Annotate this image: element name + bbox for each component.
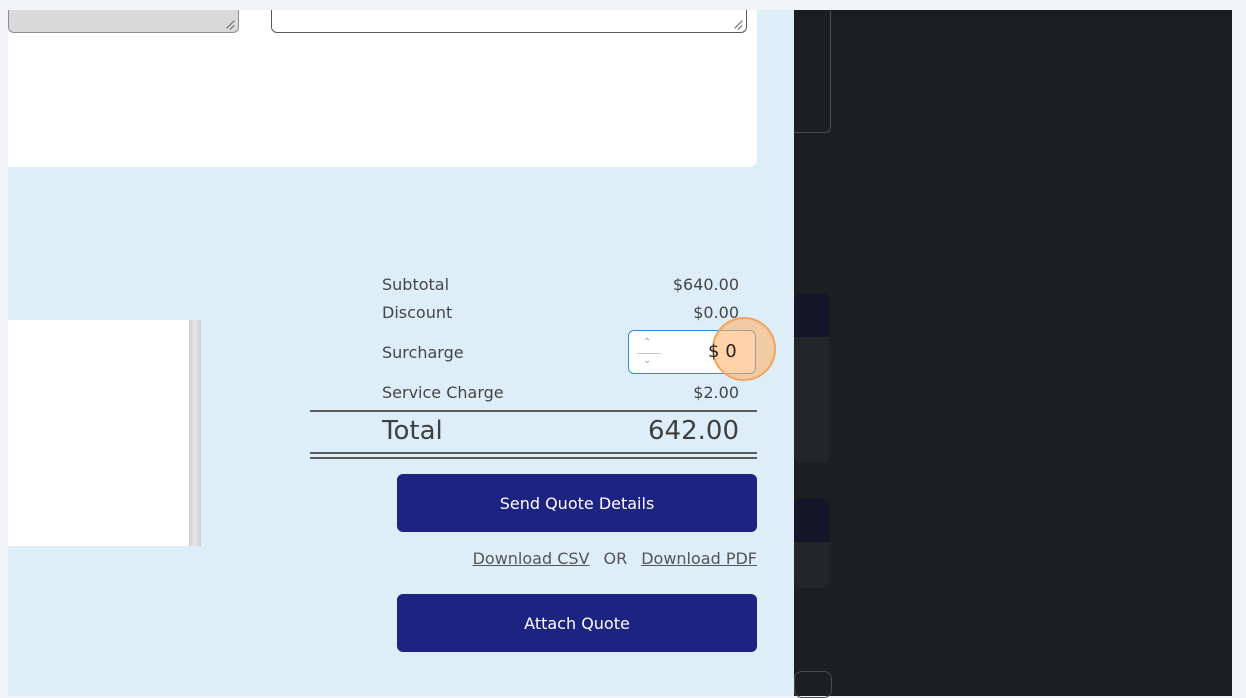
resize-grip-icon[interactable] <box>226 21 234 29</box>
discount-label: Discount <box>382 302 453 322</box>
total-bottom-rule-1 <box>310 452 757 454</box>
readonly-textarea[interactable] <box>8 10 239 33</box>
page-edge <box>1232 10 1246 696</box>
dark-textarea-edge <box>794 10 831 133</box>
dark-card-3 <box>794 671 832 698</box>
total-bottom-rule-2 <box>310 457 757 459</box>
service-charge-row: Service Charge $2.00 <box>382 378 739 406</box>
chevron-up-icon[interactable]: ⌃ <box>643 337 651 348</box>
attach-quote-button[interactable]: Attach Quote <box>397 594 757 652</box>
total-row: Total 642.00 <box>382 414 739 448</box>
subtotal-row: Subtotal $640.00 <box>382 270 739 298</box>
service-charge-value: $2.00 <box>693 382 739 402</box>
or-separator: OR <box>603 548 628 568</box>
chevron-down-icon[interactable]: ⌄ <box>643 355 651 366</box>
download-csv-link[interactable]: Download CSV <box>473 549 590 568</box>
dark-side-panel <box>794 10 1246 696</box>
notes-box[interactable] <box>8 320 201 546</box>
total-label: Total <box>382 416 443 446</box>
number-spinner[interactable]: ⌃ ⌄ <box>635 335 663 371</box>
resize-grip-icon[interactable] <box>734 21 742 29</box>
surcharge-label: Surcharge <box>382 342 464 362</box>
subtotal-value: $640.00 <box>672 274 739 294</box>
download-links: Download CSV OR Download PDF <box>397 545 757 571</box>
service-charge-label: Service Charge <box>382 382 504 402</box>
currency-symbol: $ <box>708 341 720 362</box>
dark-card-1 <box>794 293 830 463</box>
surcharge-value[interactable]: $ 0 <box>708 341 737 362</box>
notes-card <box>8 10 757 167</box>
total-value: 642.00 <box>648 416 739 446</box>
scrollbar[interactable] <box>189 320 201 546</box>
surcharge-amount: 0 <box>725 341 737 362</box>
total-top-rule <box>310 410 757 412</box>
send-quote-button[interactable]: Send Quote Details <box>397 474 757 532</box>
download-pdf-link[interactable]: Download PDF <box>641 549 757 568</box>
discount-row: Discount $0.00 <box>382 298 739 326</box>
comment-textarea[interactable] <box>271 10 747 33</box>
subtotal-label: Subtotal <box>382 274 450 294</box>
dark-card-2 <box>794 498 830 588</box>
